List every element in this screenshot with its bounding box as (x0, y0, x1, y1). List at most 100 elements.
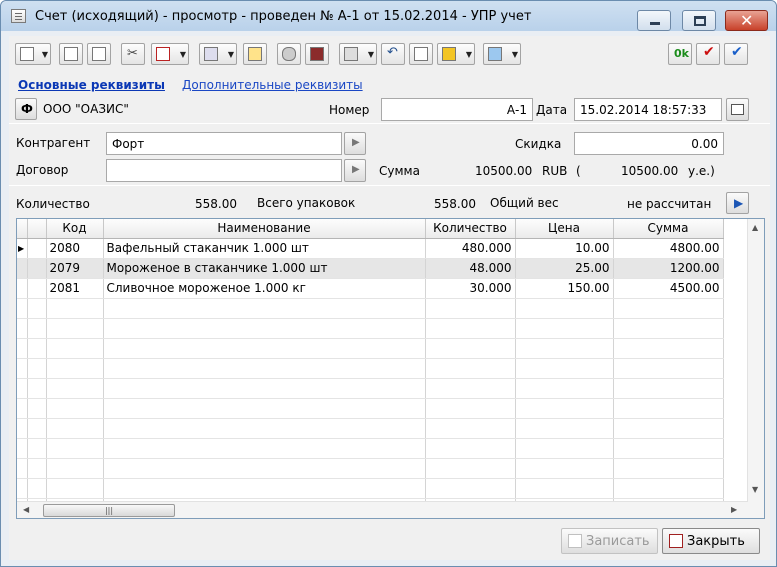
image-button[interactable] (243, 43, 267, 65)
separator (9, 123, 770, 124)
column-header-code[interactable]: Код (46, 219, 104, 239)
date-label: Дата (536, 103, 568, 117)
ok-button[interactable]: 0k (668, 43, 692, 65)
sum-ue-unit: у.е.) (688, 164, 715, 178)
counterparty-label: Контрагент (16, 136, 91, 150)
scroll-thumb[interactable]: ||| (43, 504, 175, 517)
weight-value: не рассчитан (627, 197, 712, 211)
save-button-label: Записать (586, 534, 650, 549)
cell-code[interactable]: 2080 (46, 238, 104, 259)
cell-price[interactable]: 25.00 (515, 258, 614, 279)
calendar-button[interactable] (726, 98, 749, 121)
create-on-basis-button[interactable]: ▼ (151, 43, 189, 65)
print-button[interactable]: ▼ (199, 43, 237, 65)
copy-button[interactable] (87, 43, 111, 65)
close-window-button[interactable]: ✕ (725, 10, 768, 31)
cell-price[interactable]: 10.00 (515, 238, 614, 259)
journal-button[interactable] (277, 43, 301, 65)
empty-row (17, 358, 724, 379)
tab-main-requisites[interactable]: Основные реквизиты (18, 78, 165, 92)
minimize-icon (650, 22, 660, 25)
counterparty-select-button[interactable]: ▶ (344, 132, 366, 155)
quantity-value: 558.00 (195, 197, 237, 211)
scroll-right-icon[interactable]: ▶ (731, 505, 737, 514)
cell-code[interactable]: 2081 (46, 278, 104, 299)
dropdown-arrow-icon: ▼ (227, 50, 234, 59)
cell-sum[interactable]: 4800.00 (613, 238, 724, 259)
structure-button[interactable] (409, 43, 433, 65)
column-header-quantity[interactable]: Количество (425, 219, 516, 239)
cell-quantity[interactable]: 480.000 (425, 238, 516, 259)
horizontal-scrollbar[interactable]: ◀ ||| ▶ (17, 501, 748, 518)
separator (9, 185, 770, 186)
envelope-icon (442, 47, 456, 61)
delete-button[interactable]: ✂ (121, 43, 145, 65)
agreement-select-button[interactable]: ▶ (344, 159, 366, 182)
date-field[interactable]: 15.02.2014 18:57:33 (574, 98, 722, 121)
cell-quantity[interactable]: 30.000 (425, 278, 516, 299)
number-field[interactable]: А-1 (381, 98, 533, 121)
table-header-row: Код Наименование Количество Цена Сумма (17, 219, 724, 239)
table-row[interactable]: 2081 Сливочное мороженое 1.000 кг 30.000… (17, 278, 724, 299)
properties-icon (64, 47, 78, 61)
table-row[interactable]: 2079 Мороженое в стаканчике 1.000 шт 48.… (17, 258, 724, 279)
save-icon (568, 534, 582, 548)
cell-sum[interactable]: 4500.00 (613, 278, 724, 299)
cell-name[interactable]: Мороженое в стаканчике 1.000 шт (103, 258, 426, 279)
firm-select-button[interactable]: Ф (15, 98, 37, 120)
cell-sum[interactable]: 1200.00 (613, 258, 724, 279)
counterparty-field[interactable]: Форт (106, 132, 342, 155)
cell-name[interactable]: Вафельный стаканчик 1.000 шт (103, 238, 426, 259)
sum-label: Сумма (379, 164, 420, 178)
book-button[interactable] (305, 43, 329, 65)
save-check-button[interactable]: ✔ (724, 43, 748, 65)
undo-icon: ↶ (387, 45, 398, 60)
calculate-weight-button[interactable]: ▶ (726, 192, 749, 214)
title-bar[interactable]: Счет (исходящий) - просмотр - проведен №… (1, 1, 776, 31)
table-cell (27, 238, 47, 259)
ok-label: 0k (674, 47, 689, 60)
network-icon (488, 47, 502, 61)
printer-icon (204, 47, 218, 61)
post-button[interactable]: ✔ (696, 43, 720, 65)
properties-button[interactable] (59, 43, 83, 65)
actions-menu-button[interactable]: ▼ (15, 43, 51, 65)
header-cell (17, 219, 28, 239)
vertical-scrollbar[interactable]: ▲ ▼ (747, 219, 764, 518)
scroll-left-icon[interactable]: ◀ (23, 505, 29, 514)
firm-name: ООО "ОАЗИС" (43, 102, 129, 116)
packages-value: 558.00 (434, 197, 476, 211)
table-cell (17, 278, 28, 299)
undo-button[interactable]: ↶ (381, 43, 405, 65)
empty-row (17, 298, 724, 319)
empty-row (17, 398, 724, 419)
save-button[interactable]: Записать (561, 528, 658, 554)
sum-paren: ( (576, 164, 581, 178)
document-icon (11, 9, 26, 23)
items-table[interactable]: Код Наименование Количество Цена Сумма ▶… (16, 218, 765, 519)
column-header-price[interactable]: Цена (515, 219, 614, 239)
agreement-field[interactable] (106, 159, 342, 182)
scroll-up-icon[interactable]: ▲ (752, 223, 758, 232)
cell-quantity[interactable]: 48.000 (425, 258, 516, 279)
close-button[interactable]: Закрыть (662, 528, 760, 554)
empty-row (17, 378, 724, 399)
network-button[interactable]: ▼ (483, 43, 521, 65)
discount-field[interactable]: 0.00 (574, 132, 724, 155)
scroll-down-icon[interactable]: ▼ (752, 485, 758, 494)
exit-icon (669, 534, 683, 548)
mail-button[interactable]: ▼ (437, 43, 475, 65)
table-row[interactable]: ▶ 2080 Вафельный стаканчик 1.000 шт 480.… (17, 238, 724, 259)
structure-icon (414, 47, 428, 61)
column-header-name[interactable]: Наименование (103, 219, 426, 239)
cell-price[interactable]: 150.00 (515, 278, 614, 299)
cell-name[interactable]: Сливочное мороженое 1.000 кг (103, 278, 426, 299)
column-header-sum[interactable]: Сумма (613, 219, 724, 239)
agreement-label: Договор (16, 163, 69, 177)
maximize-button[interactable] (682, 10, 716, 31)
minimize-button[interactable] (637, 10, 671, 31)
cell-code[interactable]: 2079 (46, 258, 104, 279)
link-button[interactable]: ▼ (339, 43, 377, 65)
tab-additional-requisites[interactable]: Дополнительные реквизиты (182, 78, 363, 92)
header-cell (27, 219, 47, 239)
